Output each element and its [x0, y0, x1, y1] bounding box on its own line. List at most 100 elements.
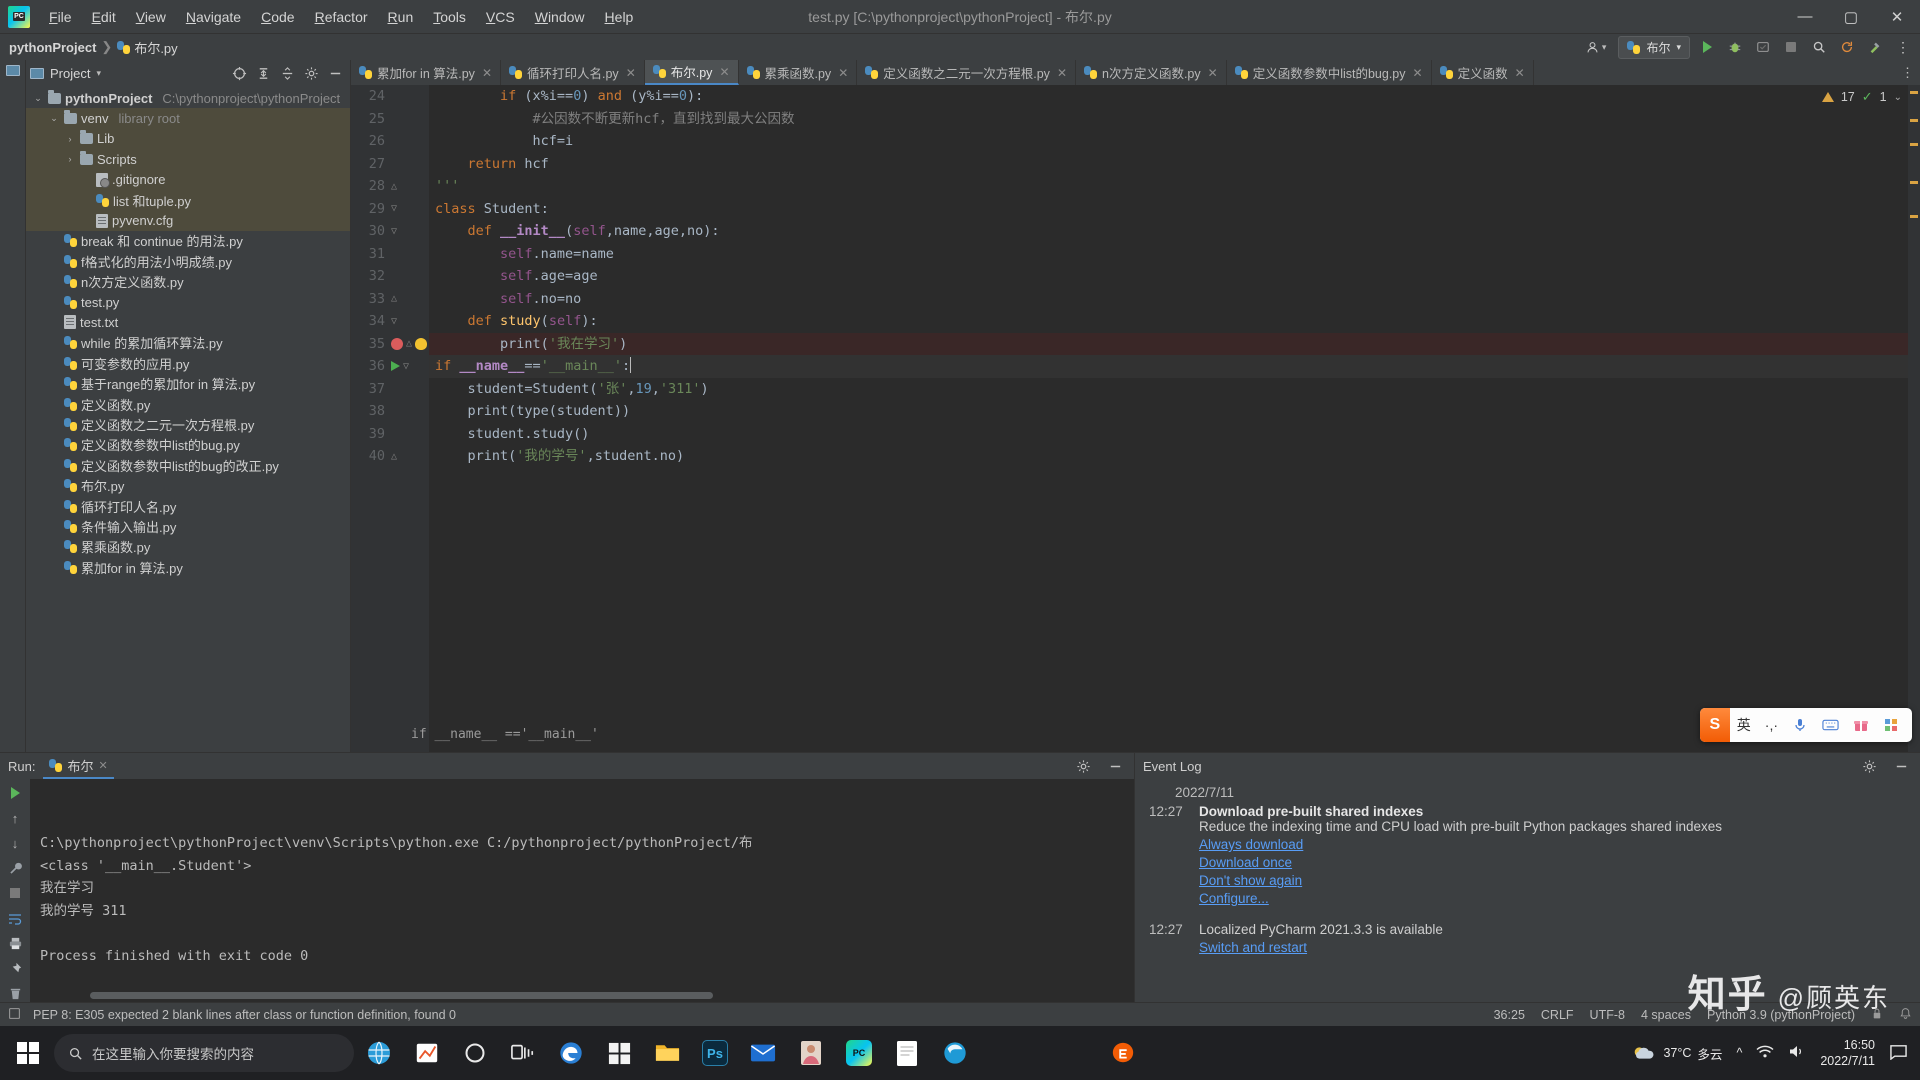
inspection-widget[interactable]: 17 ✓ 1 ⌄: [1821, 89, 1902, 105]
taskbar-search-box[interactable]: 在这里输入你要搜索的内容: [54, 1034, 354, 1072]
event-log-settings-icon[interactable]: [1858, 755, 1880, 777]
tree-node[interactable]: 定义函数.py: [26, 394, 350, 414]
tree-node[interactable]: f格式化的用法小明成绩.py: [26, 251, 350, 271]
close-icon[interactable]: ✕: [1208, 66, 1218, 80]
taskbar-icon-edge[interactable]: [548, 1029, 594, 1077]
tree-node[interactable]: 累乘函数.py: [26, 537, 350, 557]
run-coverage-button[interactable]: [1752, 36, 1774, 58]
event-log-entries[interactable]: 2022/7/11 12:27 Download pre-built shared …: [1135, 779, 1920, 1002]
code-line[interactable]: self.age=age: [429, 265, 1920, 288]
code-line[interactable]: self.name=name: [429, 243, 1920, 266]
taskbar-icon-mail[interactable]: [740, 1029, 786, 1077]
stop-icon[interactable]: [5, 885, 25, 901]
gutter-row[interactable]: 26: [351, 130, 429, 153]
code-line[interactable]: #公因数不断更新hcf，直到找到最大公因数: [429, 108, 1920, 131]
tree-expand-arrow[interactable]: ⌄: [48, 113, 60, 124]
debug-button[interactable]: [1724, 36, 1746, 58]
taskbar-icon-file-explorer[interactable]: [644, 1029, 690, 1077]
up-arrow-icon[interactable]: ↑: [5, 810, 25, 826]
taskbar-icon-pycharm[interactable]: PC: [836, 1029, 882, 1077]
close-button[interactable]: ✕: [1874, 0, 1920, 34]
run-button[interactable]: [1696, 36, 1718, 58]
account-button[interactable]: ▾: [1580, 39, 1613, 56]
event-link[interactable]: Always download: [1199, 837, 1722, 852]
down-arrow-icon[interactable]: ↓: [5, 835, 25, 851]
tree-expand-arrow[interactable]: ›: [64, 154, 76, 164]
tray-expand-icon[interactable]: ^: [1736, 1046, 1742, 1060]
menu-item-help[interactable]: Help: [595, 5, 644, 29]
close-icon[interactable]: ✕: [482, 66, 492, 80]
close-icon[interactable]: ✕: [838, 66, 848, 80]
ime-toolbar[interactable]: S 英 ·,·: [1699, 708, 1912, 742]
close-icon[interactable]: ✕: [98, 759, 107, 772]
code-line[interactable]: print(type(student)): [429, 400, 1920, 423]
indent-setting[interactable]: 4 spaces: [1641, 1008, 1691, 1022]
fold-arrow-icon[interactable]: ▽: [391, 226, 397, 237]
project-tool-icon[interactable]: [5, 65, 20, 76]
taskbar-clock[interactable]: 16:50 2022/7/11: [1820, 1037, 1875, 1069]
ime-language-button[interactable]: 英: [1730, 715, 1758, 735]
tree-node[interactable]: › Lib: [26, 128, 350, 150]
trash-icon[interactable]: [5, 986, 25, 1002]
fold-arrow-icon[interactable]: ▽: [391, 203, 397, 214]
editor-tab[interactable]: n次方定义函数.py ✕: [1076, 60, 1227, 85]
breadcrumb-project[interactable]: pythonProject: [6, 40, 99, 55]
ime-punctuation-button[interactable]: ·,·: [1758, 717, 1785, 733]
menu-item-run[interactable]: Run: [378, 5, 424, 29]
fold-end-icon[interactable]: △: [391, 293, 397, 304]
expand-all-icon[interactable]: [252, 62, 274, 84]
tree-node[interactable]: 可变参数的应用.py: [26, 353, 350, 373]
close-icon[interactable]: ✕: [1515, 66, 1525, 80]
pin-icon[interactable]: [5, 961, 25, 977]
menu-item-file[interactable]: File: [39, 5, 82, 29]
gutter-row[interactable]: 27: [351, 153, 429, 176]
taskbar-icon-person-app[interactable]: [788, 1029, 834, 1077]
code-line[interactable]: return hcf: [429, 153, 1920, 176]
line-separator[interactable]: CRLF: [1541, 1008, 1574, 1022]
code-area[interactable]: if (x%i==0) and (y%i==0): #公因数不断更新hcf，直到…: [429, 85, 1920, 752]
tree-node[interactable]: ⌄ pythonProject C:\pythonproject\pythonPro…: [26, 88, 350, 108]
intention-bulb-icon[interactable]: [415, 337, 428, 350]
hide-project-pane-icon[interactable]: [324, 62, 346, 84]
code-line[interactable]: def study(self):: [429, 310, 1920, 333]
gutter-row[interactable]: 36 ▽: [351, 355, 429, 378]
editor-gutter[interactable]: 24 25 26 27 28 △ 29 ▽ 30 ▽ 31 32 33 △ 34 ▽ 35 △ 36 ▽ 37 38 39 4…: [351, 85, 429, 752]
caret-position[interactable]: 36:25: [1494, 1008, 1525, 1022]
menu-item-tools[interactable]: Tools: [423, 5, 476, 29]
tree-node[interactable]: ⌄ venv library root: [26, 108, 350, 129]
gutter-row[interactable]: 29 ▽: [351, 198, 429, 221]
menu-item-refactor[interactable]: Refactor: [305, 5, 378, 29]
tree-node[interactable]: n次方定义函数.py: [26, 272, 350, 292]
gift-icon[interactable]: [1846, 717, 1876, 733]
gutter-row[interactable]: 37: [351, 378, 429, 401]
hide-run-pane-icon[interactable]: [1104, 755, 1126, 777]
python-interpreter[interactable]: Python 3.9 (pythonProject): [1707, 1008, 1855, 1022]
breakpoint-icon[interactable]: [391, 337, 403, 350]
gutter-row[interactable]: 28 △: [351, 175, 429, 198]
code-line[interactable]: student=Student('张',19,'311'): [429, 378, 1920, 401]
gutter-row[interactable]: 25: [351, 108, 429, 131]
volume-icon[interactable]: [1788, 1044, 1806, 1062]
fold-arrow-icon[interactable]: ▽: [391, 316, 397, 327]
gutter-row[interactable]: 40 △: [351, 445, 429, 468]
event-link[interactable]: Configure...: [1199, 891, 1722, 906]
event-link[interactable]: Don't show again: [1199, 873, 1722, 888]
tree-node[interactable]: test.txt: [26, 312, 350, 332]
apps-icon[interactable]: [1876, 717, 1906, 733]
close-icon[interactable]: ✕: [1057, 66, 1067, 80]
editor-tab[interactable]: 定义函数之二元一次方程根.py ✕: [857, 60, 1076, 85]
fold-end-icon[interactable]: △: [391, 181, 397, 192]
tree-node[interactable]: test.py: [26, 292, 350, 312]
close-icon[interactable]: ✕: [719, 65, 729, 79]
project-settings-icon[interactable]: [300, 62, 322, 84]
tree-node[interactable]: 布尔.py: [26, 475, 350, 495]
code-line[interactable]: class Student:: [429, 198, 1920, 221]
event-link[interactable]: Switch and restart: [1199, 940, 1443, 955]
lock-icon[interactable]: [1871, 1007, 1883, 1023]
error-stripe[interactable]: [1908, 85, 1920, 752]
console-h-scrollbar[interactable]: [40, 992, 1114, 999]
gutter-row[interactable]: 31: [351, 243, 429, 266]
taskbar-icon-store[interactable]: [596, 1029, 642, 1077]
stop-button[interactable]: [1780, 36, 1802, 58]
microphone-icon[interactable]: [1785, 717, 1815, 733]
